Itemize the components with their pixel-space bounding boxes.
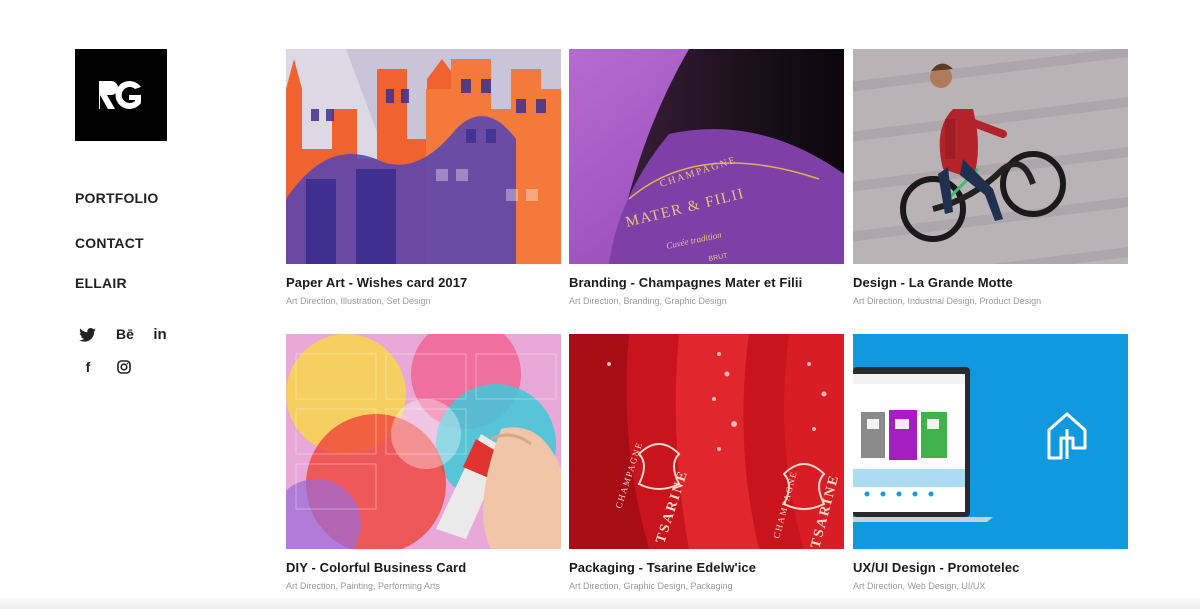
- facebook-icon[interactable]: f: [79, 358, 97, 376]
- project-card[interactable]: Paper Art - Wishes card 2017 Art Directi…: [286, 49, 561, 306]
- project-title[interactable]: UX/UI Design - Promotelec: [853, 560, 1128, 575]
- project-thumbnail-paper-art[interactable]: [286, 49, 561, 264]
- project-title[interactable]: Paper Art - Wishes card 2017: [286, 275, 561, 290]
- nav-portfolio-link[interactable]: PORTFOLIO: [75, 190, 158, 206]
- twitter-icon[interactable]: [78, 326, 96, 344]
- project-title[interactable]: Design - La Grande Motte: [853, 275, 1128, 290]
- project-tags: Art Direction, Painting, Performing Arts: [286, 581, 441, 591]
- project-title[interactable]: Branding - Champagnes Mater et Filii: [569, 275, 844, 290]
- project-card[interactable]: UX/UI Design - Promotelec Art Direction,…: [853, 334, 1128, 591]
- behance-icon[interactable]: Bē: [114, 325, 136, 343]
- project-thumbnail-branding[interactable]: CHAMPAGNE MATER & FILII Cuvée tradition …: [569, 49, 844, 264]
- project-thumbnail-diy[interactable]: [286, 334, 561, 549]
- bottom-shadow: [0, 595, 1200, 609]
- project-title[interactable]: DIY - Colorful Business Card: [286, 560, 561, 575]
- project-thumbnail-packaging[interactable]: CHAMPAGNE TSARINE CHAMPAGNE TSARINE: [569, 334, 844, 549]
- project-tags: Art Direction, Graphic Design, Packaging: [569, 581, 733, 591]
- project-tags: Art Direction, Illustration, Set Design: [286, 296, 431, 306]
- instagram-icon[interactable]: [115, 358, 133, 376]
- project-tags: Art Direction, Branding, Graphic Design: [569, 296, 727, 306]
- nav-contact-link[interactable]: CONTACT: [75, 235, 144, 251]
- project-thumbnail-design[interactable]: [853, 49, 1128, 264]
- project-card[interactable]: CHAMPAGNE TSARINE CHAMPAGNE TSARINE Pack…: [569, 334, 844, 591]
- project-tags: Art Direction, Industrial Design, Produc…: [853, 296, 1042, 306]
- project-card[interactable]: DIY - Colorful Business Card Art Directi…: [286, 334, 561, 591]
- project-tags: Art Direction, Web Design, UI/UX: [853, 581, 986, 591]
- linkedin-icon[interactable]: in: [151, 325, 169, 343]
- rg-logo-mark: [99, 81, 141, 109]
- project-title[interactable]: Packaging - Tsarine Edelw'ice: [569, 560, 844, 575]
- project-card[interactable]: Design - La Grande Motte Art Direction, …: [853, 49, 1128, 306]
- project-card[interactable]: CHAMPAGNE MATER & FILII Cuvée tradition …: [569, 49, 844, 306]
- nav-ellair-link[interactable]: ELLAIR: [75, 275, 127, 291]
- brand-logo[interactable]: [75, 49, 167, 141]
- project-thumbnail-uxui[interactable]: [853, 334, 1128, 549]
